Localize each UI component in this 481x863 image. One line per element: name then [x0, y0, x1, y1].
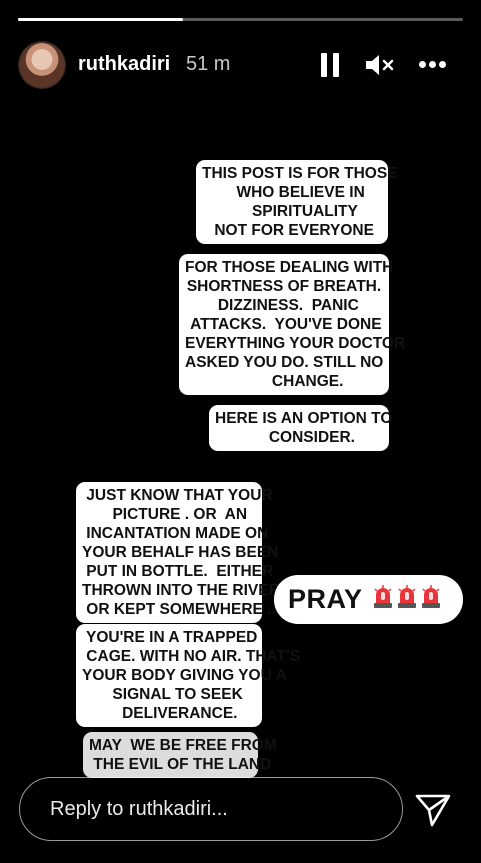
send-paper-plane-icon[interactable]	[414, 792, 452, 828]
username[interactable]: ruthkadiri	[78, 53, 170, 76]
text-block-2: FOR THOSE DEALING WITH SHORTNESS OF BREA…	[179, 254, 405, 395]
reply-input[interactable]	[48, 792, 382, 826]
police-car-light-icon	[397, 585, 417, 609]
reply-field[interactable]	[19, 777, 403, 841]
text-block-3: HERE IS AN OPTION TO CONSIDER.	[209, 405, 392, 451]
avatar[interactable]	[19, 42, 65, 88]
text-block-6: MAY WE BE FREE FROM THE EVIL OF THE LAND	[83, 732, 277, 778]
pause-icon[interactable]	[321, 53, 339, 77]
text-block-5: YOU'RE IN A TRAPPED CAGE. WITH NO AIR. T…	[76, 624, 300, 727]
text-block-4: JUST KNOW THAT YOUR PICTURE . OR AN INCA…	[76, 482, 280, 623]
story-header: ruthkadiri 51 m	[0, 40, 481, 92]
police-car-light-icon	[421, 585, 441, 609]
pray-label: PRAY	[288, 584, 363, 614]
story-progress-bar	[18, 18, 463, 21]
text-block-1: THIS POST IS FOR THOSE WHO BELIEVE IN SP…	[196, 160, 398, 244]
police-light-emoji-row	[373, 585, 445, 614]
pray-sticker[interactable]: PRAY	[274, 575, 463, 624]
post-time: 51 m	[186, 53, 231, 75]
police-car-light-icon	[373, 585, 393, 609]
speaker-muted-icon[interactable]	[364, 52, 396, 78]
more-horizontal-icon[interactable]	[419, 61, 447, 69]
story-progress-fill	[18, 18, 183, 21]
